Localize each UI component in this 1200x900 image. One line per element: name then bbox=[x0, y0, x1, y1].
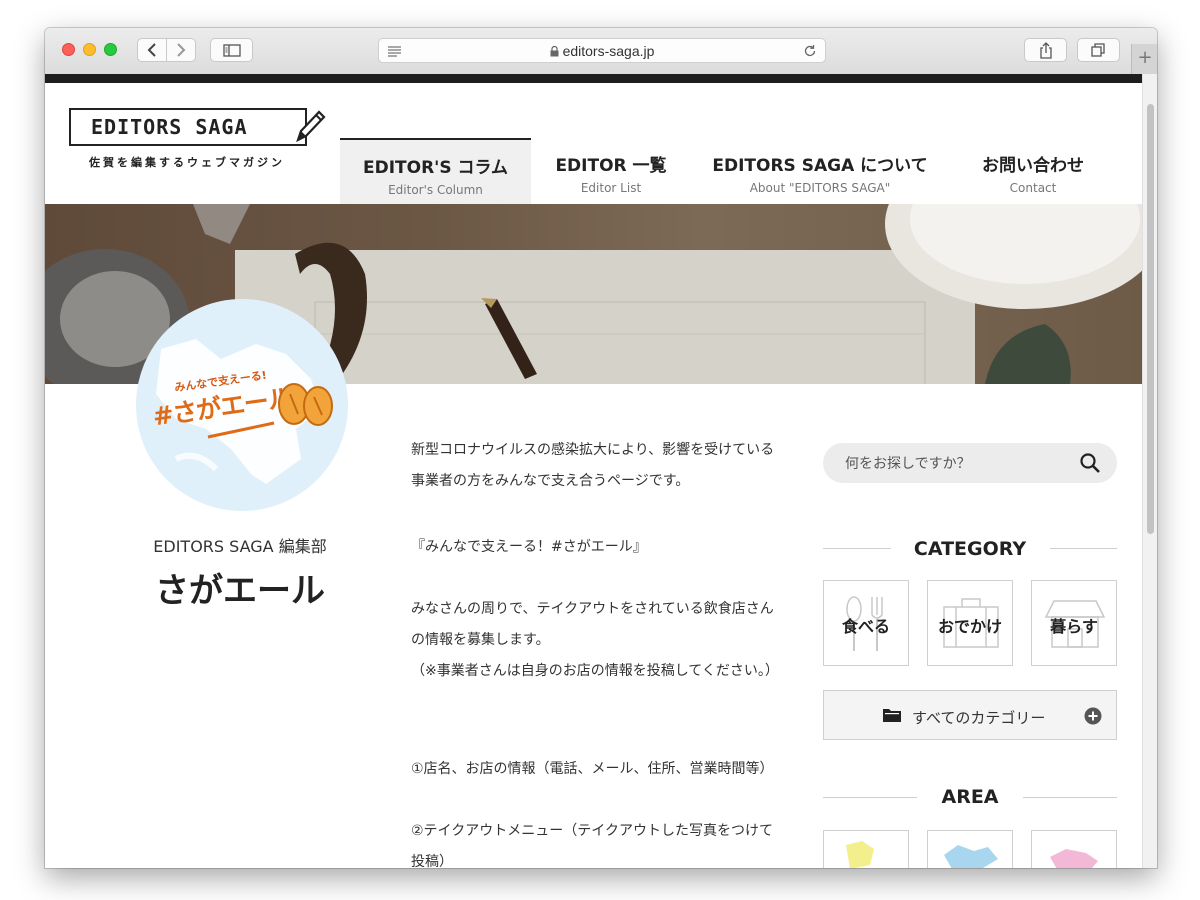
scrollbar-thumb[interactable] bbox=[1147, 104, 1154, 534]
browser-window: editors-saga.jp + EDITORS SAGA 佐賀を編集するウェ… bbox=[45, 28, 1157, 868]
site-top-bar bbox=[45, 74, 1142, 83]
hands-icon bbox=[278, 383, 333, 426]
logo-tagline: 佐賀を編集するウェブマガジン bbox=[89, 156, 285, 169]
forward-button[interactable] bbox=[166, 38, 196, 62]
nav-label: EDITOR 一覧 bbox=[555, 156, 667, 176]
article-paragraph: みなさんの周りで、テイクアウトをされている飲食店さんの情報を募集します。 bbox=[411, 601, 774, 648]
nav-editors-column[interactable]: EDITOR'S コラム Editor's Column bbox=[340, 138, 531, 204]
area-tile[interactable] bbox=[1031, 830, 1117, 868]
folder-icon bbox=[883, 709, 901, 722]
nav-label: EDITOR'S コラム bbox=[362, 158, 509, 178]
pen-icon bbox=[296, 110, 326, 143]
tabs-icon bbox=[1091, 42, 1105, 57]
search-box[interactable]: 何をお探しですか？ bbox=[823, 443, 1117, 483]
article-paragraph: ①店名、お店の情報（電話、メール、住所、営業時間等） bbox=[411, 761, 774, 777]
area-heading: AREA bbox=[941, 786, 999, 808]
plus-icon: + bbox=[1137, 47, 1153, 68]
nav-label: EDITORS SAGA について bbox=[712, 156, 928, 176]
nav-sublabel: About "EDITORS SAGA" bbox=[749, 181, 891, 195]
back-button[interactable] bbox=[137, 38, 167, 62]
all-categories-button[interactable]: すべてのカテゴリー bbox=[823, 690, 1117, 740]
url-text: editors-saga.jp bbox=[562, 43, 655, 59]
category-outing-button[interactable]: おでかけ bbox=[927, 580, 1013, 666]
zoom-window-button[interactable] bbox=[104, 43, 117, 56]
search-icon[interactable] bbox=[1079, 452, 1101, 474]
tabs-overview-button[interactable] bbox=[1077, 38, 1120, 62]
nav-sublabel: Editor List bbox=[580, 181, 642, 195]
search-placeholder: 何をお探しですか？ bbox=[845, 456, 971, 472]
category-label: 暮らす bbox=[1050, 617, 1098, 636]
sidebar-icon bbox=[222, 43, 241, 57]
logo-text: EDITORS SAGA bbox=[91, 115, 248, 139]
url-display: editors-saga.jp bbox=[379, 43, 825, 59]
nav-sublabel: Contact bbox=[1009, 181, 1057, 195]
author-name[interactable]: EDITORS SAGA 編集部 bbox=[105, 533, 375, 557]
map-region-icon bbox=[944, 845, 998, 868]
chevron-left-icon bbox=[147, 43, 156, 57]
area-tile[interactable] bbox=[823, 830, 909, 868]
article-paragraph: 『みんなで支えーる！#さがエール』 bbox=[411, 539, 647, 555]
nav-label: お問い合わせ bbox=[982, 156, 1084, 176]
page-title: さがエール bbox=[155, 571, 325, 611]
scrollbar[interactable] bbox=[1142, 74, 1157, 868]
category-label: 食べる bbox=[841, 617, 890, 636]
article-paragraph: 新型コロナウイルスの感染拡大により、影響を受けている事業者の方をみんなで支え合う… bbox=[411, 442, 775, 489]
chevron-right-icon bbox=[177, 43, 186, 57]
area-tile[interactable] bbox=[927, 830, 1013, 868]
nav-about[interactable]: EDITORS SAGA について About "EDITORS SAGA" bbox=[705, 138, 935, 204]
map-region-icon bbox=[846, 841, 874, 868]
article-paragraph: （※事業者さんは自身のお店の情報を投稿してください。） bbox=[411, 663, 779, 679]
article-paragraph: ②テイクアウトメニュー（テイクアウトした写真をつけて投稿） bbox=[411, 823, 773, 868]
new-tab-button[interactable]: + bbox=[1131, 44, 1157, 74]
reload-icon[interactable] bbox=[803, 44, 817, 58]
share-button[interactable] bbox=[1024, 38, 1067, 62]
category-label: おでかけ bbox=[937, 617, 1002, 636]
nav-contact[interactable]: お問い合わせ Contact bbox=[963, 138, 1103, 204]
plus-circle-icon bbox=[1084, 707, 1102, 725]
browser-toolbar: editors-saga.jp + bbox=[45, 28, 1157, 75]
all-categories-label: すべてのカテゴリー bbox=[912, 709, 1046, 727]
close-window-button[interactable] bbox=[62, 43, 75, 56]
cheer-stroke-icon bbox=[207, 421, 275, 439]
category-heading: CATEGORY bbox=[913, 538, 1027, 560]
map-region-icon bbox=[1050, 849, 1098, 868]
category-eat-button[interactable]: 食べる bbox=[823, 580, 909, 666]
address-bar[interactable]: editors-saga.jp bbox=[378, 38, 826, 63]
share-icon bbox=[1039, 41, 1052, 59]
nav-editor-list[interactable]: EDITOR 一覧 Editor List bbox=[541, 138, 681, 204]
author-avatar: みんなで支えーる! #さがエール! bbox=[136, 299, 348, 511]
web-page: EDITORS SAGA 佐賀を編集するウェブマガジン EDITOR'S コラム… bbox=[45, 83, 1142, 868]
category-living-button[interactable]: 暮らす bbox=[1031, 580, 1117, 666]
minimize-window-button[interactable] bbox=[83, 43, 96, 56]
site-logo[interactable]: EDITORS SAGA bbox=[69, 108, 307, 146]
sidebar-toggle-button[interactable] bbox=[210, 38, 253, 62]
lock-icon bbox=[550, 45, 559, 57]
nav-sublabel: Editor's Column bbox=[388, 183, 483, 197]
